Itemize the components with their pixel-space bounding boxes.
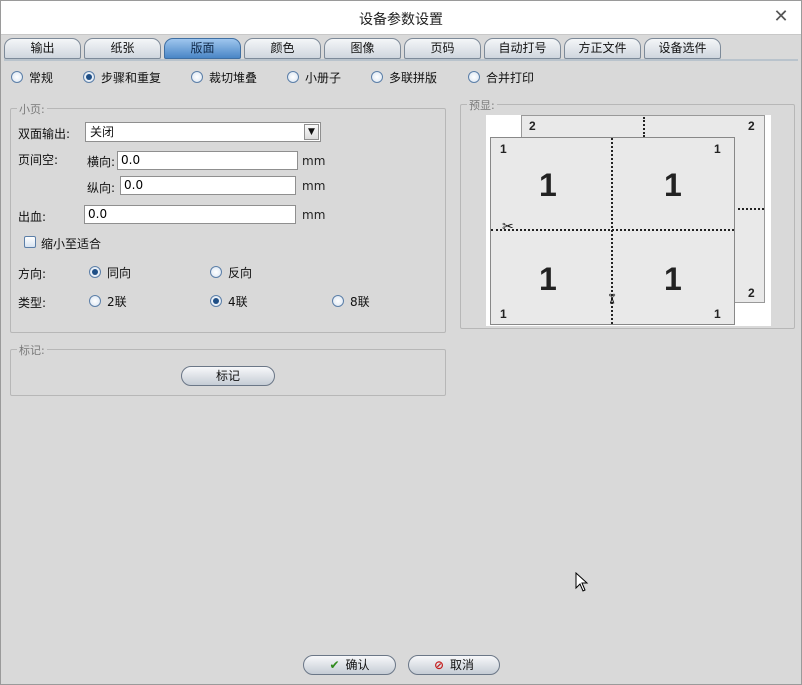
- tab-paper[interactable]: 纸张: [84, 38, 161, 59]
- ok-label: 确认: [345, 658, 370, 672]
- duplex-value: 关闭: [90, 125, 115, 139]
- gap-label: 页间空:: [18, 153, 59, 167]
- radio-icon: [287, 71, 299, 83]
- radio-icon: [210, 266, 222, 278]
- tab-output[interactable]: 输出: [4, 38, 81, 59]
- no-entry-icon: ⊘: [433, 658, 445, 672]
- unit-label: mm: [302, 208, 326, 222]
- mode-booklet[interactable]: 小册子: [287, 68, 341, 86]
- back-cut-line: [738, 208, 764, 210]
- radio-icon: [191, 71, 203, 83]
- duplex-select[interactable]: 关闭 ▼: [85, 122, 321, 142]
- mode-label: 裁切堆叠: [209, 70, 258, 85]
- marks-group: 标记: 标记: [10, 342, 446, 396]
- group-title: 预显:: [467, 97, 497, 113]
- mode-label: 合并打印: [486, 70, 535, 85]
- page-cell-number: 1: [539, 261, 557, 297]
- mode-label: 常规: [29, 70, 54, 85]
- mode-multi-up[interactable]: 多联拼版: [371, 68, 437, 86]
- front-page-number: 1: [714, 307, 721, 321]
- mode-normal[interactable]: 常规: [11, 68, 53, 86]
- back-page-number: 2: [748, 286, 755, 300]
- mode-merge-print[interactable]: 合并打印: [468, 68, 534, 86]
- mode-step-repeat[interactable]: 步骤和重复: [83, 68, 161, 86]
- tab-page-number[interactable]: 页码: [404, 38, 481, 59]
- back-page-number: 2: [529, 119, 536, 133]
- radio-icon: [332, 295, 344, 307]
- radio-icon: [83, 71, 95, 83]
- duplex-label: 双面输出:: [18, 127, 71, 141]
- bleed-label: 出血:: [18, 210, 47, 224]
- shrink-to-fit-checkbox[interactable]: [24, 236, 36, 248]
- front-page-number: 1: [714, 142, 721, 156]
- unit-label: mm: [302, 154, 326, 168]
- vertical-label: 纵向:: [87, 181, 116, 195]
- scissors-icon: ✂: [502, 219, 514, 235]
- small-page-group: 小页: 双面输出: 关闭 ▼ 页间空: 横向: 0.0 mm 纵向: 0.0 m…: [10, 101, 446, 333]
- direction-reverse-label: 反向: [228, 265, 253, 280]
- cancel-button[interactable]: ⊘ 取消: [408, 655, 500, 675]
- group-title: 小页:: [17, 101, 47, 117]
- direction-reverse[interactable]: 反向: [210, 263, 252, 281]
- vertical-gap-input[interactable]: 0.0: [120, 176, 296, 195]
- window-title: 设备参数设置: [359, 12, 443, 28]
- close-icon[interactable]: ✕: [771, 7, 791, 27]
- page-cell-number: 1: [664, 261, 682, 297]
- group-title: 标记:: [17, 342, 47, 358]
- title-bar: 设备参数设置 ✕: [1, 1, 801, 35]
- front-page-number: 1: [500, 142, 507, 156]
- dialog-window: 设备参数设置 ✕ 输出 纸张 版面 颜色 图像 页码 自动打号 方正文件 设备选…: [0, 0, 802, 685]
- direction-same[interactable]: 同向: [89, 263, 131, 281]
- tab-image[interactable]: 图像: [324, 38, 401, 59]
- radio-icon: [89, 266, 101, 278]
- page-cell-number: 1: [539, 167, 557, 203]
- tab-auto-numbering[interactable]: 自动打号: [484, 38, 561, 59]
- tab-device-options[interactable]: 设备选件: [644, 38, 721, 59]
- mode-label: 多联拼版: [389, 70, 438, 85]
- unit-label: mm: [302, 179, 326, 193]
- page-cell-number: 1: [664, 167, 682, 203]
- tab-color[interactable]: 颜色: [244, 38, 321, 59]
- tab-bar: 输出 纸张 版面 颜色 图像 页码 自动打号 方正文件 设备选件: [4, 38, 800, 60]
- horizontal-cut-line: [491, 229, 734, 231]
- type-8-up-label: 8联: [350, 294, 370, 309]
- tab-divider: [4, 59, 798, 61]
- mode-cut-stack[interactable]: 裁切堆叠: [191, 68, 257, 86]
- type-4-up-label: 4联: [228, 294, 248, 309]
- scissors-icon: ✂: [602, 293, 619, 305]
- type-label: 类型:: [18, 296, 47, 310]
- back-page-number: 2: [748, 119, 755, 133]
- radio-icon: [468, 71, 480, 83]
- checkmark-icon: ✔: [329, 658, 340, 672]
- direction-label: 方向:: [18, 267, 47, 281]
- back-cut-line: [643, 117, 645, 137]
- type-2-up[interactable]: 2联: [89, 292, 127, 310]
- front-page-number: 1: [500, 307, 507, 321]
- radio-icon: [210, 295, 222, 307]
- layout-mode-group: 常规 步骤和重复 裁切堆叠 小册子 多联拼版 合并打印: [11, 68, 791, 86]
- direction-same-label: 同向: [107, 265, 132, 280]
- bleed-input[interactable]: 0.0: [84, 205, 296, 224]
- mode-label: 步骤和重复: [101, 70, 162, 85]
- horizontal-label: 横向:: [87, 155, 116, 169]
- type-8-up[interactable]: 8联: [332, 292, 370, 310]
- tab-layout[interactable]: 版面: [164, 38, 241, 59]
- mouse-cursor-icon: [575, 572, 589, 592]
- type-4-up[interactable]: 4联: [210, 292, 248, 310]
- mode-label: 小册子: [305, 70, 342, 85]
- ok-button[interactable]: ✔ 确认: [303, 655, 396, 675]
- cancel-label: 取消: [450, 658, 475, 672]
- horizontal-gap-input[interactable]: 0.0: [117, 151, 298, 170]
- preview-canvas: 2 2 2 1 1 1 1 1 1 1 1 ✂ ✂: [486, 115, 771, 326]
- chevron-down-icon[interactable]: ▼: [304, 124, 319, 140]
- tab-founder-file[interactable]: 方正文件: [564, 38, 641, 59]
- marks-button[interactable]: 标记: [181, 366, 275, 386]
- radio-icon: [11, 71, 23, 83]
- shrink-to-fit-label: 缩小至适合: [41, 237, 102, 251]
- type-2-up-label: 2联: [107, 294, 127, 309]
- radio-icon: [371, 71, 383, 83]
- radio-icon: [89, 295, 101, 307]
